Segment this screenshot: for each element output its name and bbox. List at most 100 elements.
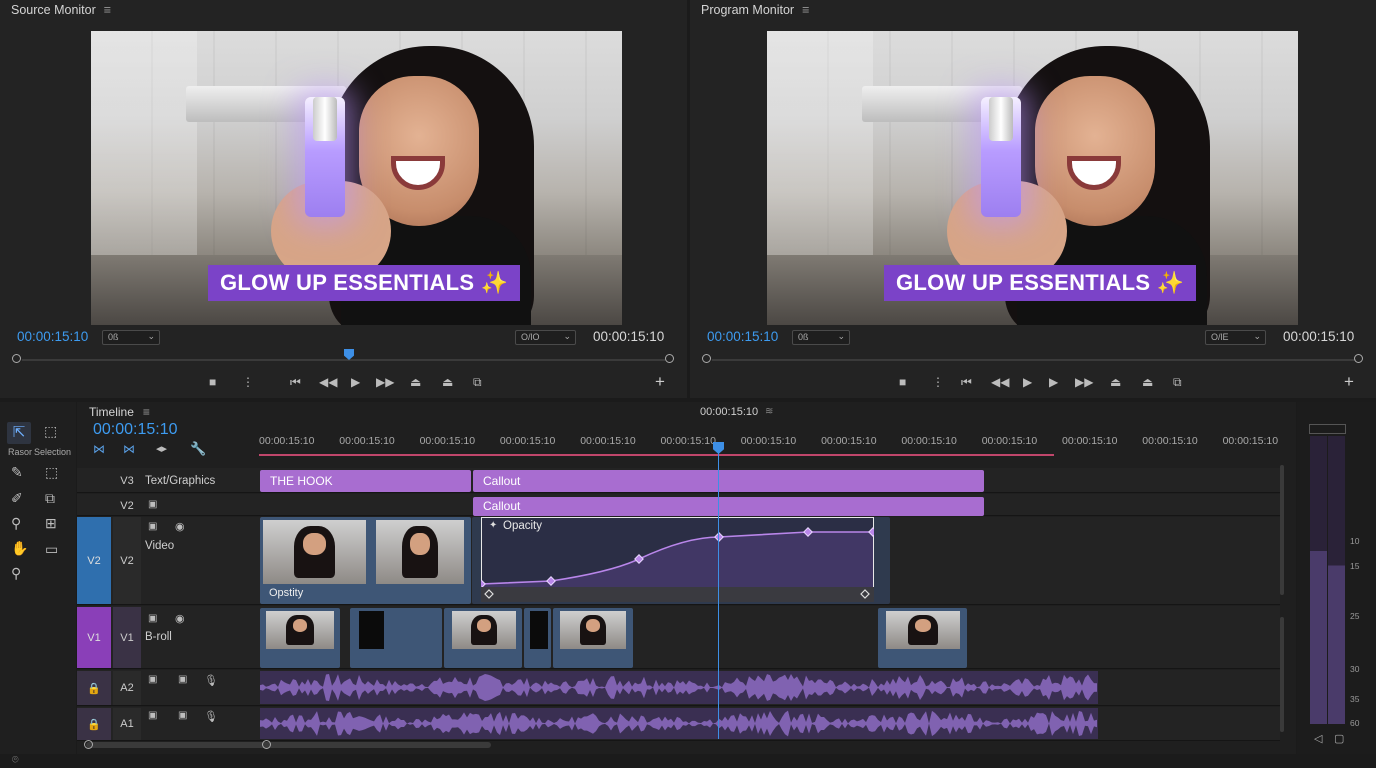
step-back-icon[interactable]: ◀◀ bbox=[319, 375, 337, 389]
selection-tool-button[interactable]: ⇱ bbox=[7, 422, 31, 444]
pen-icon[interactable]: ✎ bbox=[11, 464, 23, 481]
fast-forward-icon[interactable]: ▶▶ bbox=[1075, 375, 1093, 389]
add-button-icon[interactable]: + bbox=[655, 372, 665, 392]
stop-icon[interactable]: ■ bbox=[899, 375, 906, 389]
wrench-icon[interactable]: 🔧 bbox=[190, 441, 206, 457]
meter-scale-label: 15 bbox=[1350, 561, 1360, 571]
opacity-curve[interactable] bbox=[481, 517, 874, 602]
go-to-in-icon[interactable]: ⏮ bbox=[961, 375, 972, 390]
camera-icon[interactable]: ▭ bbox=[45, 541, 58, 558]
more-icon[interactable]: ⋮ bbox=[932, 375, 944, 389]
track-a1-lock[interactable]: 🔒 bbox=[77, 708, 111, 740]
linked-selection-icon[interactable]: ⋈ bbox=[123, 442, 135, 456]
more-icon[interactable]: ⋮ bbox=[242, 375, 254, 389]
panel-menu-icon[interactable]: ≡ bbox=[802, 3, 809, 17]
program-quality-dropdown[interactable]: O/lE ⌄ bbox=[1205, 330, 1266, 345]
toggle-sync-icon[interactable]: ▣ bbox=[148, 674, 157, 685]
track-v2-label[interactable]: V2 bbox=[113, 496, 141, 516]
video-tracks-scrollbar[interactable] bbox=[1280, 465, 1284, 595]
track-a2-lock[interactable]: 🔒 bbox=[77, 671, 111, 705]
scroll-handle-right[interactable] bbox=[262, 740, 271, 749]
crop-icon[interactable]: ⊞ bbox=[45, 515, 57, 532]
audio-tracks-scrollbar[interactable] bbox=[1280, 617, 1284, 732]
hand-icon[interactable]: ✋ bbox=[11, 540, 28, 557]
stop-icon[interactable]: ■ bbox=[209, 375, 216, 389]
eye-icon[interactable]: ◉ bbox=[175, 520, 185, 533]
play-icon[interactable]: ▶ bbox=[351, 375, 360, 389]
chevron-down-icon: ⌄ bbox=[1253, 331, 1261, 341]
program-playhead-timecode[interactable]: 00:00:15:10 bbox=[707, 329, 778, 344]
source-monitor-title[interactable]: Source Monitor ≡ bbox=[11, 3, 111, 17]
toggle-output-icon[interactable]: ▣ bbox=[148, 499, 157, 510]
play-icon[interactable]: ▶ bbox=[1023, 375, 1032, 389]
track-v2-target[interactable]: V2 bbox=[77, 517, 111, 604]
status-icon[interactable]: ⌾ bbox=[12, 754, 19, 767]
track-v3-label[interactable]: V3 bbox=[113, 470, 141, 492]
toggle-output-icon[interactable]: ▣ bbox=[148, 521, 157, 532]
overwrite-icon[interactable]: ⏏ bbox=[442, 375, 453, 389]
microphone-icon[interactable]: 🎙 bbox=[204, 674, 218, 687]
zoom-icon[interactable]: ⚲ bbox=[11, 515, 21, 532]
extract-icon[interactable]: ⏏ bbox=[1142, 375, 1153, 389]
clip-callout-v2[interactable]: Callout bbox=[473, 497, 984, 516]
track-v1-target[interactable]: V1 bbox=[77, 607, 111, 668]
ripple-edit-icon[interactable]: ✐ bbox=[11, 490, 23, 507]
snap-icon[interactable]: ⋈ bbox=[93, 442, 105, 456]
toggle-output-icon[interactable]: ▣ bbox=[148, 613, 157, 624]
scroll-handle-left[interactable] bbox=[84, 740, 93, 749]
eye-icon[interactable]: ◉ bbox=[175, 612, 185, 625]
go-to-in-icon[interactable]: ⏮ bbox=[290, 375, 301, 390]
clip-callout-v3[interactable]: Callout bbox=[473, 470, 984, 492]
lift-icon[interactable]: ⏏ bbox=[1110, 375, 1121, 389]
close-icon[interactable]: ≋ bbox=[765, 406, 773, 417]
source-in-handle[interactable] bbox=[12, 354, 21, 363]
program-out-handle[interactable] bbox=[1354, 354, 1363, 363]
source-out-handle[interactable] bbox=[665, 354, 674, 363]
panel-menu-icon[interactable]: ≡ bbox=[104, 3, 111, 17]
toggle-sync-icon[interactable]: ▣ bbox=[148, 710, 157, 721]
clip-the-hook[interactable]: THE HOOK bbox=[260, 470, 471, 492]
source-fit-dropdown[interactable]: 0ß ⌄ bbox=[102, 330, 160, 345]
timeline-horizontal-scrollbar[interactable] bbox=[86, 742, 491, 748]
audio-clip-a1[interactable] bbox=[260, 708, 1098, 739]
mute-icon[interactable]: ▣ bbox=[178, 710, 187, 721]
work-area-bar[interactable] bbox=[259, 454, 1054, 456]
timeline-timecode[interactable]: 00:00:15:10 bbox=[93, 421, 178, 439]
meter-bar-right bbox=[1328, 436, 1345, 724]
timeline-ruler[interactable]: 00:00:15:10 00:00:15:10 00:00:15:10 00:00:1… bbox=[259, 435, 1279, 455]
slip-icon[interactable]: ⧉ bbox=[45, 490, 55, 507]
track-v2-video-label[interactable]: V2 bbox=[113, 517, 141, 604]
step-forward-icon[interactable]: ▶ bbox=[1049, 375, 1058, 389]
timeline-playhead-line[interactable] bbox=[718, 452, 719, 739]
timeline-title[interactable]: Timeline ≡ bbox=[89, 405, 150, 419]
export-frame-icon[interactable]: ⧉ bbox=[473, 375, 482, 390]
program-scrub-bar[interactable] bbox=[712, 359, 1356, 361]
add-button-icon[interactable]: + bbox=[1344, 372, 1354, 392]
marquee-icon[interactable]: ⬚ bbox=[45, 464, 58, 481]
speaker-icon[interactable]: ◁ bbox=[1314, 732, 1322, 745]
insert-icon[interactable]: ⏏ bbox=[410, 375, 421, 389]
ruler-tick-label: 00:00:15:10 bbox=[580, 435, 636, 447]
step-back-icon[interactable]: ◀◀ bbox=[991, 375, 1009, 389]
microphone-icon[interactable]: 🎙 bbox=[204, 710, 218, 723]
audio-clip-a2[interactable] bbox=[260, 671, 1098, 704]
track-a1-label[interactable]: A1 bbox=[113, 708, 141, 740]
step-forward-icon[interactable]: ▶▶ bbox=[376, 375, 394, 389]
ruler-tick-label: 00:00:15:10 bbox=[499, 435, 556, 447]
export-frame-icon[interactable]: ⧉ bbox=[1173, 375, 1182, 390]
add-marker-icon[interactable]: ◂▸ bbox=[156, 442, 167, 455]
ruler-tick-label: 00:00:15:10 bbox=[1222, 435, 1279, 447]
type-tool-icon[interactable]: ⚲ bbox=[11, 565, 21, 582]
track-v1-label[interactable]: V1 bbox=[113, 607, 141, 668]
track-a2-label[interactable]: A2 bbox=[113, 671, 141, 705]
source-quality-dropdown[interactable]: O/lO ⌄ bbox=[515, 330, 576, 345]
panel-menu-icon[interactable]: ≡ bbox=[143, 405, 150, 419]
program-in-handle[interactable] bbox=[702, 354, 711, 363]
source-playhead-timecode[interactable]: 00:00:15:10 bbox=[17, 329, 88, 344]
program-monitor-title[interactable]: Program Monitor ≡ bbox=[701, 3, 809, 17]
source-scrub-bar[interactable] bbox=[22, 359, 666, 361]
solo-icon[interactable]: ▢ bbox=[1334, 732, 1344, 745]
mute-icon[interactable]: ▣ bbox=[178, 674, 187, 685]
program-fit-dropdown[interactable]: 0ß ⌄ bbox=[792, 330, 850, 345]
track-select-icon[interactable]: ⬚ bbox=[44, 423, 57, 440]
